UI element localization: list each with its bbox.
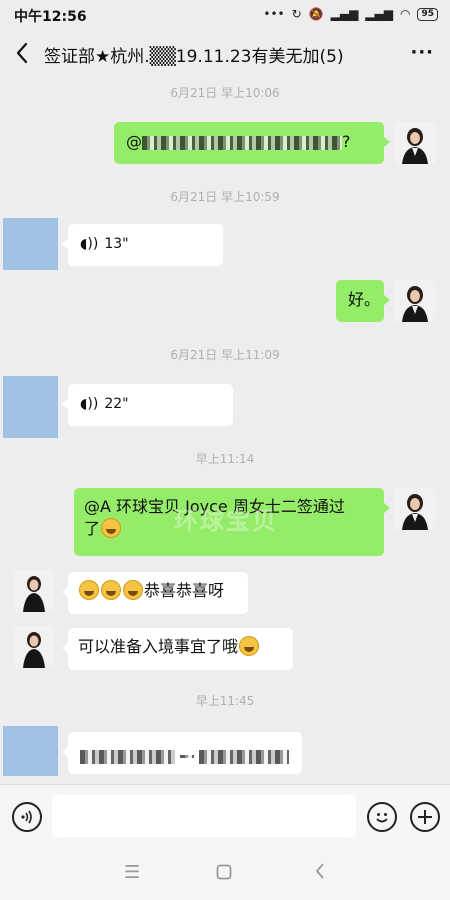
voice-icon — [21, 810, 32, 824]
message-bubble-in[interactable]: ▒▒▒▒▒▒▒▒▒▒▒▒ — [62, 732, 302, 774]
blurred-content — [80, 749, 175, 764]
question-mark: ? — [342, 132, 351, 151]
sync-icon: ↻ — [291, 7, 302, 21]
voice-message[interactable]: ◖)) 22" — [62, 384, 233, 426]
voice-input-button[interactable] — [12, 802, 42, 832]
voice-message[interactable]: ◖)) 13" — [62, 224, 223, 266]
avatar-contact[interactable] — [3, 218, 58, 270]
watermark-text: 环球宝贝 — [174, 507, 278, 535]
voice-duration: 22" — [104, 396, 129, 412]
voice-content: ◖)) 22" — [80, 393, 221, 415]
avatar-contact-woman[interactable] — [13, 626, 55, 668]
voice-duration: 13" — [104, 236, 129, 252]
laughing-emoji-icon — [123, 580, 143, 600]
signal-icon: ▂▄▆ — [330, 7, 359, 21]
plus-button[interactable] — [410, 802, 440, 832]
home-icon[interactable] — [216, 864, 232, 885]
emoji-icon — [376, 813, 388, 823]
voice-wave-icon: ◖)) — [80, 236, 99, 252]
avatar-contact[interactable] — [3, 726, 58, 776]
signal-icon-2: ▂▄▆ — [365, 7, 393, 21]
woman-avatar-icon — [394, 122, 436, 164]
blurred-content — [199, 749, 290, 764]
wifi-icon: ◠ — [399, 7, 411, 21]
mute-icon: 🔕 — [308, 7, 324, 21]
smile-emoji-icon — [239, 636, 260, 656]
woman-avatar-icon — [13, 570, 55, 612]
status-bar: 中午12:56 ••• ↻ 🔕 ▂▄▆ ▂▄▆ ◠ 95 — [0, 0, 450, 30]
grin-emoji-icon — [101, 518, 122, 538]
emoji-button[interactable] — [367, 802, 397, 832]
laughing-emoji-icon — [79, 580, 99, 600]
menu-icon[interactable]: ☰ — [124, 862, 140, 883]
status-icons: ••• ↻ 🔕 ▂▄▆ ▂▄▆ ◠ 95 — [263, 7, 438, 21]
timestamp: 6月21日 早上11:09 — [170, 348, 280, 362]
dots-icon: ••• — [263, 7, 285, 21]
status-time: 中午12:56 — [14, 9, 87, 25]
avatar-contact-woman[interactable] — [13, 570, 55, 612]
avatar-self[interactable] — [394, 122, 436, 164]
voice-content: ◖)) 13" — [80, 233, 211, 255]
message-bubble-out[interactable]: 好。 — [336, 280, 390, 322]
voice-wave-icon: ◖)) — [80, 396, 99, 412]
message-input[interactable] — [52, 795, 356, 837]
laughing-emoji-icon — [101, 580, 121, 600]
message-bubble-out[interactable]: @A 环球宝贝 Joyce 周女士二签通过 了 环球宝贝 — [74, 488, 390, 556]
avatar-self[interactable] — [394, 488, 436, 530]
message-text: 恭喜恭喜呀 — [144, 581, 225, 600]
avatar-self[interactable] — [394, 280, 436, 322]
more-options-button[interactable]: ··· — [410, 42, 434, 63]
blurred-content — [180, 755, 195, 758]
more-icon: ··· — [410, 42, 434, 63]
avatar-contact[interactable] — [3, 376, 58, 438]
back-button[interactable] — [12, 40, 34, 66]
woman-avatar-icon — [394, 280, 436, 322]
message-text: 可以准备入境事宜了哦 — [78, 637, 239, 656]
input-bar — [0, 784, 450, 848]
timestamp: 早上11:45 — [195, 694, 255, 708]
plus-icon — [418, 810, 432, 824]
chat-header: 签证部★杭州.▒▒19.11.23有美无加(5) ··· — [0, 30, 450, 78]
timestamp: 早上11:14 — [195, 452, 255, 466]
timestamp: 6月21日 早上10:06 — [170, 86, 280, 100]
timestamp: 6月21日 早上10:59 — [170, 190, 280, 204]
back-nav-icon[interactable] — [314, 862, 326, 885]
message-bubble-out[interactable]: @▒▒▒▒▒▒▒▒▒▒▒▒▒▒? @? — [114, 122, 390, 164]
mention-prefix: @ — [126, 132, 142, 151]
system-nav-bar: ☰ — [0, 848, 450, 900]
battery-icon: 95 — [417, 7, 438, 21]
message-bubble-in[interactable]: 恭喜恭喜呀 — [62, 572, 248, 614]
woman-avatar-icon — [13, 626, 55, 668]
chat-title: 签证部★杭州.▒▒19.11.23有美无加(5) — [44, 47, 344, 67]
message-bubble-in[interactable]: 可以准备入境事宜了哦 — [62, 628, 293, 670]
blurred-content — [142, 135, 342, 150]
chat-area[interactable]: 6月21日 早上10:06 @▒▒▒▒▒▒▒▒▒▒▒▒▒▒? @? 6月21日 … — [0, 78, 450, 784]
message-text: 好。 — [348, 290, 381, 309]
chevron-left-icon — [16, 42, 28, 64]
woman-avatar-icon — [394, 488, 436, 530]
